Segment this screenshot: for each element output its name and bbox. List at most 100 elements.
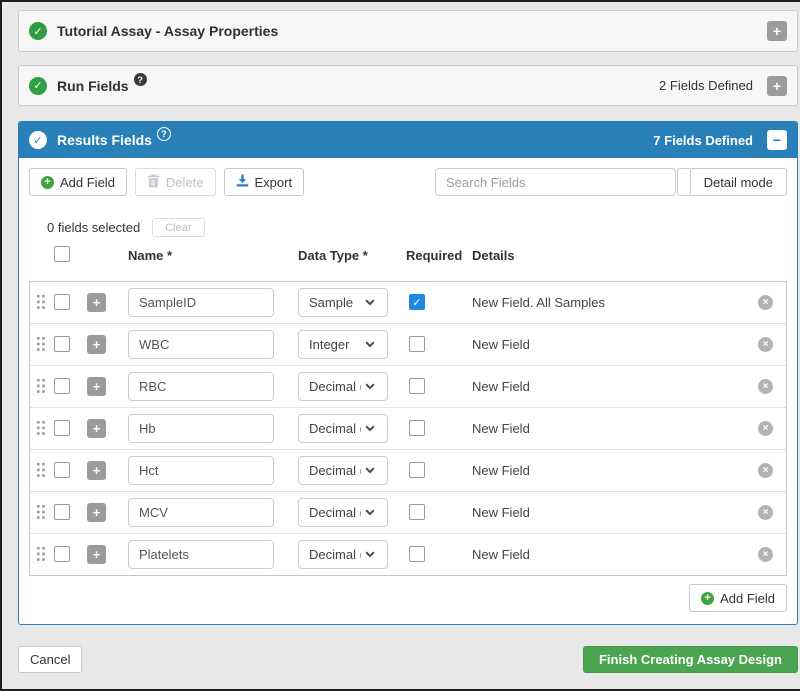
remove-icon: × <box>763 550 769 560</box>
field-row: + Decimal (floating point) New Field × <box>30 449 786 491</box>
chevron-down-icon <box>365 341 375 348</box>
drag-handle-icon[interactable] <box>37 337 45 356</box>
field-row: + Decimal (floating point) New Field × <box>30 491 786 533</box>
expand-field-button[interactable]: + <box>87 419 106 438</box>
remove-field-button[interactable]: × <box>758 463 773 478</box>
field-rows: + Sample New Field. All Samples × + Inte… <box>29 281 787 576</box>
required-checkbox[interactable] <box>409 462 425 478</box>
column-header-details: Details <box>472 248 515 263</box>
data-type-value: Integer <box>309 337 361 352</box>
data-type-select[interactable]: Sample <box>298 288 388 317</box>
select-all-checkbox[interactable] <box>54 246 70 262</box>
export-button[interactable]: Export <box>224 168 305 196</box>
required-checkbox[interactable] <box>409 546 425 562</box>
field-details-text: New Field <box>472 547 530 562</box>
remove-field-button[interactable]: × <box>758 295 773 310</box>
add-field-button[interactable]: + Add Field <box>29 168 127 196</box>
panel-title: Results Fields <box>57 132 152 148</box>
drag-handle-icon[interactable] <box>37 379 45 398</box>
chevron-down-icon <box>365 299 375 306</box>
expand-field-button[interactable]: + <box>87 335 106 354</box>
drag-handle-icon[interactable] <box>37 295 45 314</box>
drag-handle-icon[interactable] <box>37 421 45 440</box>
data-type-select[interactable]: Decimal (floating point) <box>298 414 388 443</box>
row-select-checkbox[interactable] <box>54 462 70 478</box>
data-type-select[interactable]: Decimal (floating point) <box>298 540 388 569</box>
clear-selection-button[interactable]: Clear <box>152 218 204 237</box>
data-type-value: Decimal (floating point) <box>309 463 361 478</box>
collapse-panel-button[interactable]: − <box>767 130 787 150</box>
row-select-checkbox[interactable] <box>54 504 70 520</box>
required-checkbox[interactable] <box>409 294 425 310</box>
data-type-select[interactable]: Decimal (floating point) <box>298 456 388 485</box>
data-type-value: Decimal (floating point) <box>309 379 361 394</box>
drag-handle-icon[interactable] <box>37 505 45 524</box>
drag-handle-icon[interactable] <box>37 463 45 482</box>
panel-run-fields: ✓ Run Fields ? 2 Fields Defined + <box>18 65 798 106</box>
help-icon[interactable]: ? <box>157 127 171 141</box>
field-name-input[interactable] <box>128 330 274 359</box>
plus-icon: + <box>93 506 101 519</box>
field-details-text: New Field <box>472 463 530 478</box>
row-select-checkbox[interactable] <box>54 336 70 352</box>
panel-title: Run Fields <box>57 78 129 94</box>
data-type-value: Decimal (floating point) <box>309 547 361 562</box>
required-checkbox[interactable] <box>409 504 425 520</box>
field-name-input[interactable] <box>128 540 274 569</box>
required-checkbox[interactable] <box>409 378 425 394</box>
expand-panel-button[interactable]: + <box>767 21 787 41</box>
drag-handle-icon[interactable] <box>37 547 45 566</box>
expand-field-button[interactable]: + <box>87 293 106 312</box>
fields-selected-text: 0 fields selected <box>47 220 140 235</box>
detail-mode-toggle[interactable]: Detail mode <box>677 168 787 196</box>
remove-icon: × <box>763 382 769 392</box>
required-checkbox[interactable] <box>409 420 425 436</box>
add-field-button-bottom[interactable]: + Add Field <box>689 584 787 612</box>
fields-toolbar: + Add Field Delete Export <box>29 168 304 196</box>
add-field-label: Add Field <box>720 591 775 606</box>
add-icon: + <box>701 592 714 605</box>
expand-panel-button[interactable]: + <box>767 76 787 96</box>
finish-creating-assay-design-button[interactable]: Finish Creating Assay Design <box>583 646 798 673</box>
field-name-input[interactable] <box>128 288 274 317</box>
data-type-select[interactable]: Integer <box>298 330 388 359</box>
cancel-button[interactable]: Cancel <box>18 646 82 673</box>
row-select-checkbox[interactable] <box>54 546 70 562</box>
row-select-checkbox[interactable] <box>54 294 70 310</box>
chevron-down-icon <box>365 425 375 432</box>
remove-field-button[interactable]: × <box>758 337 773 352</box>
field-row: + Decimal (floating point) New Field × <box>30 533 786 575</box>
remove-field-button[interactable]: × <box>758 379 773 394</box>
row-select-checkbox[interactable] <box>54 378 70 394</box>
field-name-input[interactable] <box>128 414 274 443</box>
results-fields-header: ✓ Results Fields ? 7 Fields Defined − <box>19 122 797 158</box>
row-select-checkbox[interactable] <box>54 420 70 436</box>
data-type-select[interactable]: Decimal (floating point) <box>298 498 388 527</box>
data-type-select[interactable]: Decimal (floating point) <box>298 372 388 401</box>
plus-icon: + <box>93 422 101 435</box>
search-fields-input[interactable] <box>435 168 676 196</box>
expand-field-button[interactable]: + <box>87 503 106 522</box>
page-footer: Cancel Finish Creating Assay Design <box>18 646 798 673</box>
delete-button[interactable]: Delete <box>135 168 216 196</box>
field-name-input[interactable] <box>128 498 274 527</box>
plus-icon: + <box>773 79 781 93</box>
check-circle-icon: ✓ <box>29 131 47 149</box>
column-header-required: Required <box>406 248 462 263</box>
remove-icon: × <box>763 466 769 476</box>
field-name-input[interactable] <box>128 456 274 485</box>
remove-field-button[interactable]: × <box>758 421 773 436</box>
table-header: Name * Data Type * Required Details <box>19 246 797 268</box>
field-name-input[interactable] <box>128 372 274 401</box>
remove-field-button[interactable]: × <box>758 505 773 520</box>
expand-field-button[interactable]: + <box>87 377 106 396</box>
results-fields-body: + Add Field Delete Export Detail mo <box>19 158 797 624</box>
remove-icon: × <box>763 424 769 434</box>
required-checkbox[interactable] <box>409 336 425 352</box>
remove-field-button[interactable]: × <box>758 547 773 562</box>
panel-assay-properties: ✓ Tutorial Assay - Assay Properties + <box>18 10 798 52</box>
expand-field-button[interactable]: + <box>87 461 106 480</box>
help-icon[interactable]: ? <box>134 73 147 86</box>
expand-field-button[interactable]: + <box>87 545 106 564</box>
panel-title: Tutorial Assay - Assay Properties <box>57 23 278 39</box>
